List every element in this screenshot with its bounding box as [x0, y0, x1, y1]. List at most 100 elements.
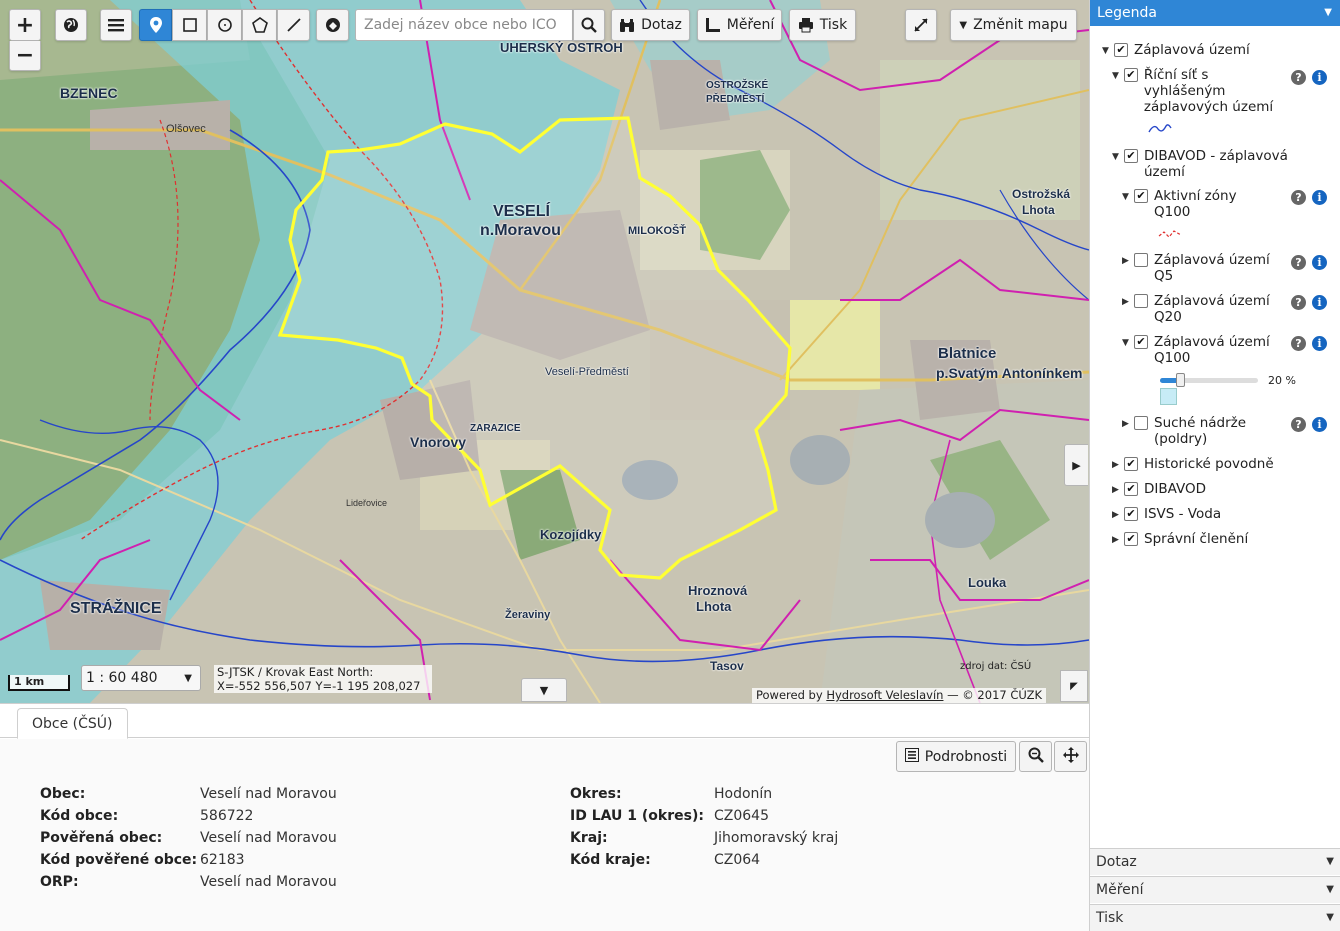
caret-down-icon[interactable]: ▼ [1122, 189, 1132, 205]
legend-item-q20[interactable]: ▶ Záplavová území Q20 [1122, 293, 1282, 325]
legend-checkbox[interactable]: ✔ [1124, 507, 1138, 521]
legend-checkbox[interactable] [1134, 253, 1148, 267]
mereni-button[interactable]: Měření [697, 9, 782, 41]
section-tisk[interactable]: Tisk ▼ [1090, 904, 1340, 931]
opacity-slider-handle[interactable] [1175, 373, 1185, 387]
caret-right-icon[interactable]: ▶ [1112, 507, 1122, 523]
caret-down-icon[interactable]: ▼ [1122, 335, 1132, 351]
caret-right-icon[interactable]: ▶ [1122, 294, 1132, 310]
legend-item-label: Záplavová území Q5 [1154, 252, 1270, 284]
overview-map-toggle-button[interactable]: ◤ [1060, 670, 1088, 702]
legend-item-aktivni-zony[interactable]: ▼ ✔ Aktivní zóny Q100 [1122, 188, 1282, 220]
caret-right-icon[interactable]: ▶ [1122, 253, 1132, 269]
details-button[interactable]: Podrobnosti [896, 741, 1016, 772]
map-view[interactable]: VESELÍ n.Moravou BZENEC STRÁŽNICE Blatni… [0, 0, 1089, 703]
attr-value: Veselí nad Moravou [200, 871, 337, 893]
legend-item-ricni-sit[interactable]: ▼ ✔ Říční síť s vyhlášeným záplavových ú… [1112, 67, 1282, 115]
info-icon[interactable]: i [1312, 190, 1327, 205]
legend-checkbox[interactable] [1134, 416, 1148, 430]
map-canvas[interactable] [0, 0, 1089, 703]
map-label-vnorovy: Vnorovy [410, 434, 467, 450]
info-icon[interactable]: i [1312, 417, 1327, 432]
legend-checkbox[interactable]: ✔ [1124, 532, 1138, 546]
layers-menu-button[interactable] [100, 9, 132, 41]
legend-checkbox[interactable]: ✔ [1124, 457, 1138, 471]
caret-right-icon[interactable]: ▶ [1112, 482, 1122, 498]
fullscreen-button[interactable] [905, 9, 937, 41]
map-label-ostrozska-2: Lhota [1022, 203, 1055, 217]
section-mereni[interactable]: Měření ▼ [1090, 876, 1340, 903]
clear-selection-button[interactable] [316, 9, 349, 41]
info-icon[interactable]: i [1312, 295, 1327, 310]
legend-item-dibavod[interactable]: ▶ ✔ DIBAVOD [1112, 481, 1312, 498]
legend-header[interactable]: Legenda ▼ [1090, 0, 1340, 26]
zoom-to-feature-button[interactable] [1019, 741, 1052, 772]
legend-checkbox[interactable]: ✔ [1134, 189, 1148, 203]
change-map-label: Změnit mapu [973, 17, 1068, 33]
legend-checkbox[interactable] [1134, 294, 1148, 308]
list-icon [904, 747, 919, 766]
caret-right-icon[interactable]: ▶ [1122, 416, 1132, 432]
polygon-icon [251, 17, 268, 33]
select-point-button[interactable] [139, 9, 172, 41]
info-icon[interactable]: i [1312, 70, 1327, 85]
opacity-slider[interactable] [1160, 373, 1258, 387]
caret-down-icon[interactable]: ▼ [1102, 43, 1112, 59]
select-polygon-button[interactable] [242, 9, 277, 41]
search-button[interactable] [573, 9, 605, 41]
tisk-button[interactable]: Tisk [789, 9, 856, 41]
scale-select[interactable]: 1 : 60 480 ▼ [81, 665, 201, 691]
select-circle-button[interactable] [207, 9, 242, 41]
info-icon[interactable]: i [1312, 336, 1327, 351]
caret-down-icon[interactable]: ▼ [1112, 149, 1122, 165]
legend-item-zaplavova-uzemi[interactable]: ▼ ✔ Záplavová území [1102, 42, 1332, 59]
legend-checkbox[interactable]: ✔ [1123, 68, 1138, 82]
toggle-bottom-panel-button[interactable]: ▼ [521, 678, 567, 702]
legend-item-dibavod-zaplavova[interactable]: ▼ ✔ DIBAVOD - záplavová území [1112, 148, 1312, 180]
legend-item-q100[interactable]: ▼ ✔ Záplavová území Q100 [1122, 334, 1282, 366]
legend-checkbox[interactable]: ✔ [1124, 482, 1138, 496]
legend-checkbox[interactable]: ✔ [1134, 335, 1148, 349]
help-icon[interactable]: ? [1291, 70, 1306, 85]
help-icon[interactable]: ? [1291, 295, 1306, 310]
legend-checkbox[interactable]: ✔ [1114, 43, 1128, 57]
caret-right-icon[interactable]: ▶ [1112, 457, 1122, 473]
change-map-button[interactable]: ▼ Změnit mapu [950, 9, 1077, 41]
info-icon[interactable]: i [1312, 255, 1327, 270]
zoom-out-button[interactable]: − [9, 41, 41, 71]
municipality-search-input[interactable] [355, 9, 573, 41]
collapse-legend-button[interactable]: ▶ [1064, 444, 1088, 486]
help-icon[interactable]: ? [1291, 255, 1306, 270]
legend-item-historicke-povodne[interactable]: ▶ ✔ Historické povodně [1112, 456, 1312, 473]
caret-down-icon: ▼ [1326, 856, 1334, 867]
section-dotaz[interactable]: Dotaz ▼ [1090, 848, 1340, 875]
attr-row: Kód pověřené obce: [40, 852, 198, 868]
select-rectangle-button[interactable] [172, 9, 207, 41]
pan-to-feature-button[interactable] [1054, 741, 1087, 772]
help-icon[interactable]: ? [1291, 336, 1306, 351]
legend-item-spravni-cleneni[interactable]: ▶ ✔ Správní členění [1112, 531, 1312, 548]
coordinate-readout: S-JTSK / Krovak East North: X=-552 556,5… [214, 665, 432, 693]
dotaz-button[interactable]: Dotaz [611, 9, 690, 41]
legend-item-suche-nadrze[interactable]: ▶ Suché nádrže (poldry) [1122, 415, 1282, 447]
globe-button[interactable] [55, 9, 87, 41]
map-label-zarazice: ZARAZICE [470, 423, 521, 434]
map-label-tasov: Tasov [710, 659, 744, 673]
tab-obce[interactable]: Obce (ČSÚ) [17, 708, 128, 739]
caret-right-icon[interactable]: ▶ [1112, 532, 1122, 548]
help-icon[interactable]: ? [1291, 190, 1306, 205]
app: VESELÍ n.Moravou BZENEC STRÁŽNICE Blatni… [0, 0, 1340, 931]
zoom-in-button[interactable]: + [9, 9, 41, 41]
legend-item-label: Záplavová území [1134, 42, 1250, 58]
legend-item-label: Suché nádrže (poldry) [1154, 415, 1247, 447]
legend-item-isvs-voda[interactable]: ▶ ✔ ISVS - Voda [1112, 506, 1312, 523]
help-icon[interactable]: ? [1291, 417, 1306, 432]
legend-item-q5[interactable]: ▶ Záplavová území Q5 [1122, 252, 1282, 284]
attribution-link[interactable]: Hydrosoft Veleslavín [826, 688, 943, 702]
select-line-button[interactable] [277, 9, 310, 41]
q100-color-swatch [1160, 388, 1177, 405]
attr-value-text: Veselí nad Moravou [200, 786, 337, 802]
caret-down-icon[interactable]: ▼ [1112, 68, 1122, 84]
map-label-zeraviny: Žeraviny [505, 609, 551, 621]
legend-checkbox[interactable]: ✔ [1124, 149, 1138, 163]
